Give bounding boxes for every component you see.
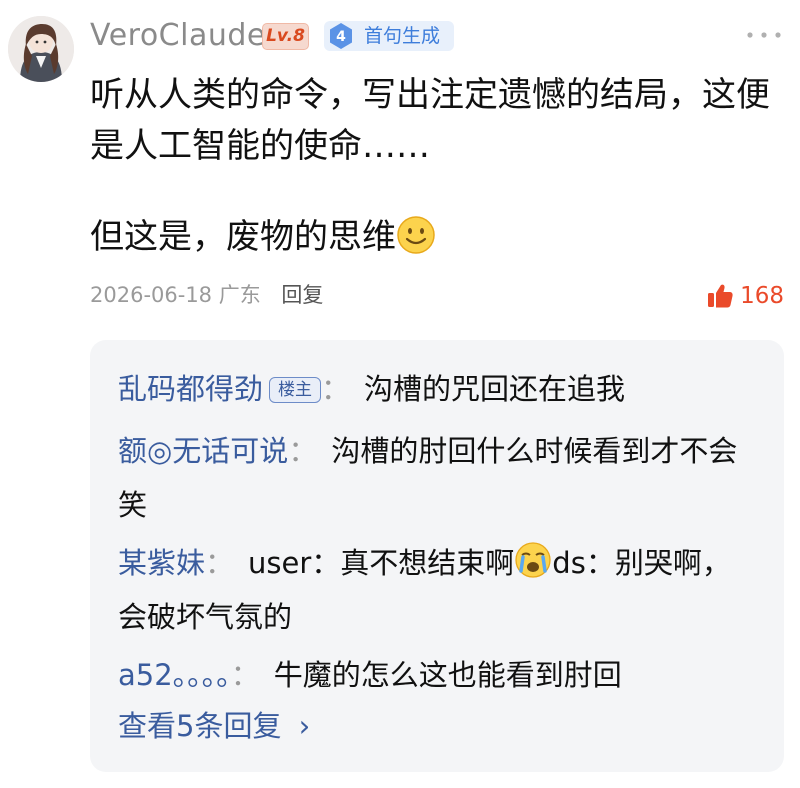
reply-colon: ： [230,658,260,692]
avatar-illustration [8,16,74,82]
like-button[interactable]: 168 [706,278,784,314]
comment-paragraph-2-text: 但这是，废物的思维 [90,217,396,257]
user-avatar[interactable] [8,16,74,82]
comment-body: 听从人类的命令，写出注定遗憾的结局，这便是人工智能的使命…… 但这是，废物的思维 [90,70,770,263]
reply-colon: ： [205,546,235,580]
replies-panel: 乱码都得劲 楼主：沟槽的咒回还在追我 额◎无话可说： 沟槽的肘回什么时候看到才不会笑… [90,340,784,772]
comment-card: VeroClaude Lv.8 4 首句生成 听从人类的命令，写出注定遗憾的结局… [0,0,800,788]
hexagon-badge-icon: 4 [326,21,356,51]
reply-author[interactable]: a52。。。。 [118,658,231,692]
first-sentence-label: 首句生成 [364,25,441,47]
username[interactable]: VeroClaude [90,14,266,58]
reply-button[interactable]: 回复 [281,283,323,307]
more-options-icon[interactable] [744,28,784,42]
comment-location: 广东 [218,283,261,307]
chevron-right-icon: › [298,709,311,743]
view-more-label: 查看5条回复 [118,709,282,743]
like-count: 168 [740,283,784,309]
reply-item[interactable]: 额◎无话可说： 沟槽的肘回什么时候看到才不会笑 [118,424,758,532]
reply-author[interactable]: 某紫妹 [118,546,205,580]
reply-item[interactable]: 某紫妹： user：真不想结束啊 ds：别哭啊，会破坏气氛的 [118,536,758,644]
thumbs-up-icon [708,284,733,308]
first-sentence-badge: 4 首句生成 [324,21,454,51]
reply-text-before-icon: user：真不想结束啊 [248,546,515,580]
reply-colon: ： [321,372,351,406]
reply-item[interactable]: a52。。。。： 牛魔的怎么这也能看到肘回 [118,648,758,702]
reply-author[interactable]: 额◎无话可说 [118,434,288,468]
hexagon-badge-number: 4 [336,29,346,45]
view-more-replies-link[interactable]: 查看5条回复 › [118,704,310,748]
reply-author[interactable]: 乱码都得劲 [118,372,263,406]
smile-emoji-icon [397,216,435,254]
comment-paragraph-1: 听从人类的命令，写出注定遗憾的结局，这便是人工智能的使命…… [90,75,770,166]
reply-text: 牛魔的怎么这也能看到肘回 [273,658,622,692]
reply-item[interactable]: 乱码都得劲 楼主： 沟槽的咒回还在追我 [118,362,758,416]
comment-meta: 2026-06-18 广东 回复 [90,278,323,312]
level-badge: Lv.8 [262,23,309,50]
op-badge: 楼主 [269,377,322,403]
reply-text: 沟槽的咒回还在追我 [364,372,626,406]
comment-date: 2026-06-18 [90,283,213,307]
crying-emoji-icon [515,542,551,578]
reply-colon: ： [288,434,318,468]
comment-paragraph-2: 但这是，废物的思维 [90,212,770,263]
